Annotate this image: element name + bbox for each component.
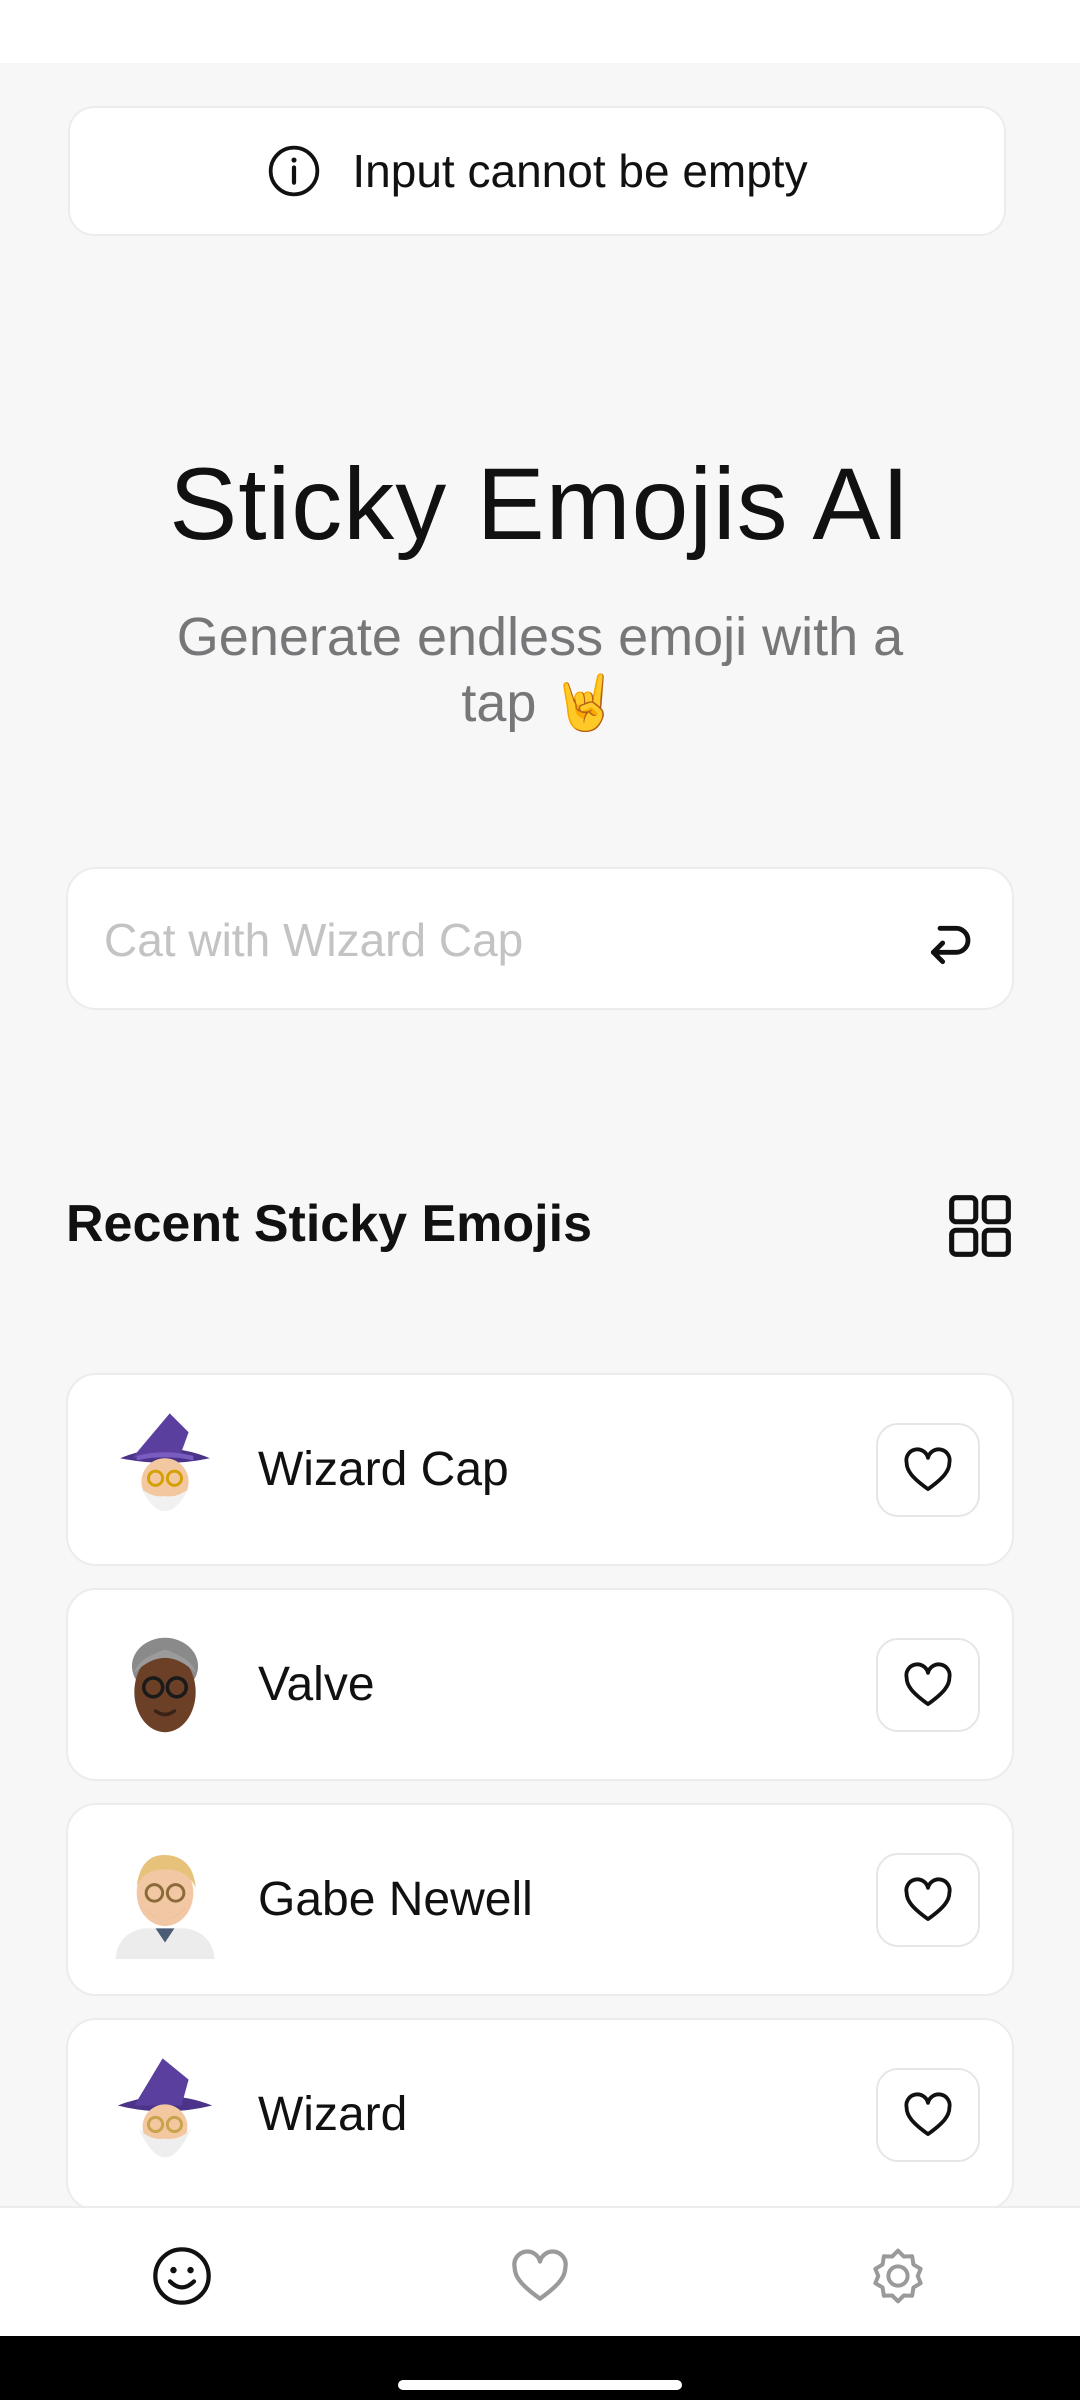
- home-indicator[interactable]: [398, 2380, 682, 2390]
- toast-message: Input cannot be empty: [352, 145, 808, 197]
- page-subtitle: Generate endless emoji with a tap 🤘: [176, 607, 904, 733]
- page-title: Sticky Emojis AI: [169, 447, 911, 561]
- item-label: Wizard: [258, 2088, 408, 2141]
- heart-icon: [904, 2092, 952, 2137]
- wizard-old-man-emoji: [120, 1413, 210, 1512]
- submit-button[interactable]: [912, 903, 984, 975]
- recent-emoji-list: Wizard Cap Valve Gabe Newell Wizard: [66, 1373, 1014, 2233]
- wizard-emoji: [117, 2058, 213, 2158]
- error-toast: Input cannot be empty: [68, 106, 1006, 236]
- favorite-button[interactable]: [876, 1853, 980, 1947]
- heart-icon[interactable]: [508, 2244, 572, 2308]
- item-label: Valve: [258, 1658, 375, 1711]
- item-label: Gabe Newell: [258, 1873, 533, 1926]
- blond-man-with-glasses-emoji: [115, 1855, 215, 1959]
- heart-icon: [904, 1877, 952, 1922]
- gear-icon[interactable]: [866, 2244, 930, 2308]
- prompt-input-container: [66, 867, 1014, 1010]
- bottom-navigation: [0, 2206, 1080, 2336]
- man-with-glasses-emoji: [131, 1637, 199, 1733]
- section-title: Recent Sticky Emojis: [66, 1195, 592, 1253]
- prompt-input[interactable]: [102, 869, 886, 1010]
- list-item[interactable]: Wizard Cap: [66, 1373, 1014, 1566]
- list-item[interactable]: Wizard: [66, 2018, 1014, 2211]
- grid-view-icon[interactable]: [946, 1192, 1014, 1260]
- list-item[interactable]: Gabe Newell: [66, 1803, 1014, 1996]
- enter-icon: [930, 925, 971, 965]
- item-label: Wizard Cap: [258, 1443, 509, 1496]
- info-icon: [269, 145, 320, 197]
- favorite-button[interactable]: [876, 1638, 980, 1732]
- favorite-button[interactable]: [876, 2068, 980, 2162]
- system-gesture-bar: [0, 2336, 1080, 2400]
- heart-icon: [904, 1662, 952, 1707]
- heart-icon: [904, 1447, 952, 1492]
- list-item[interactable]: Valve: [66, 1588, 1014, 1781]
- favorite-button[interactable]: [876, 1423, 980, 1517]
- status-bar: [0, 0, 1080, 63]
- smiley-icon[interactable]: [150, 2244, 214, 2308]
